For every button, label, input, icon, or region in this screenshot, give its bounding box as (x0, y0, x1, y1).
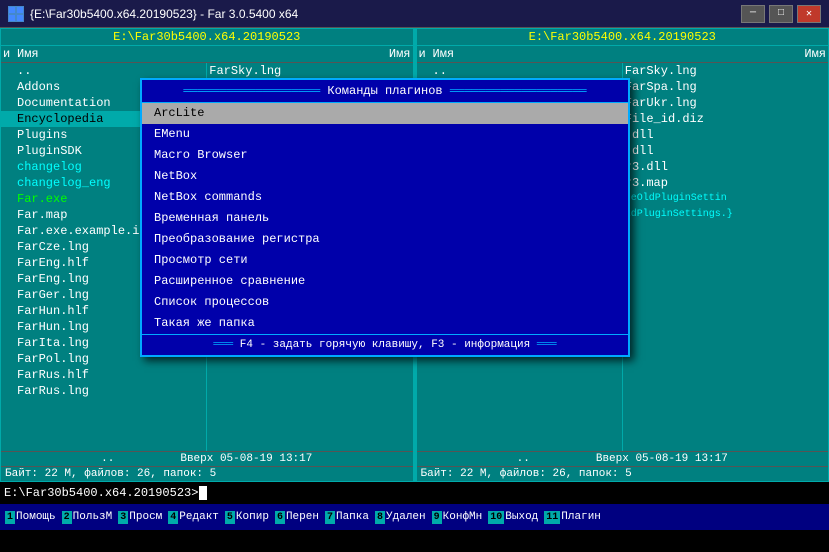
left-panel-status: .. Вверх 05-08-19 13:17 (101, 453, 312, 465)
left-col-name2: Имя (214, 47, 411, 61)
left-col-marker: и (3, 47, 17, 61)
list-item[interactable]: ldPluginSettings.} (623, 207, 828, 223)
title-bar: {E:\Far30b5400.x64.20190523} - Far 3.0.5… (0, 0, 829, 28)
right-col-name: Имя (433, 47, 630, 61)
list-item[interactable]: File_id.diz (623, 111, 828, 127)
fkey-1[interactable]: 1Помощь (2, 511, 59, 524)
dialog-item-netbox[interactable]: NetBox (142, 166, 628, 187)
fkey-6[interactable]: 6Перен (272, 511, 322, 524)
right-panel-status: .. Вверх 05-08-19 13:17 (517, 453, 728, 465)
list-item[interactable]: .. (417, 63, 622, 79)
dialog-item-temp-panel[interactable]: Временная панель (142, 208, 628, 229)
left-panel-cols: и Имя Имя (1, 46, 413, 63)
fkeys-bar: 1Помощь 2ПользМ 3Просм 4Редакт 5Копир 6П… (0, 504, 829, 530)
left-panel-summary: Байт: 22 М, файлов: 26, папок: 5 (1, 466, 413, 481)
dialog-item-net-view[interactable]: Просмотр сети (142, 250, 628, 271)
dialog-item-arclite[interactable]: ArcLite (142, 103, 628, 124)
list-item[interactable]: FarUkr.lng (623, 95, 828, 111)
dialog-item-same-folder[interactable]: Такая же папка (142, 313, 628, 334)
list-item[interactable]: r3.dll (623, 159, 828, 175)
cmd-line[interactable]: E:\Far30b5400.x64.20190523> (0, 482, 829, 504)
list-item[interactable]: FarSky.lng (623, 63, 828, 79)
list-item[interactable]: .dll (623, 127, 828, 143)
left-panel-header: E:\Far30b5400.x64.20190523 (1, 29, 413, 46)
list-item[interactable]: reOldPluginSettin (623, 191, 828, 207)
fkey-4[interactable]: 4Редакт (165, 511, 222, 524)
right-panel-summary: Байт: 22 М, файлов: 26, папок: 5 (417, 466, 829, 481)
dialog-item-reg-convert[interactable]: Преобразование регистра (142, 229, 628, 250)
list-item[interactable]: FarSky.lng (207, 63, 412, 79)
dialog-items-list: ArcLite EMenu Macro Browser NetBox NetBo… (142, 103, 628, 334)
dialog-item-process-list[interactable]: Список процессов (142, 292, 628, 313)
window-controls: ─ □ ✕ (741, 5, 821, 23)
list-item[interactable]: FarSpa.lng (623, 79, 828, 95)
list-item[interactable]: FarRus.lng (1, 383, 206, 399)
left-col-name: Имя (17, 47, 214, 61)
maximize-button[interactable]: □ (769, 5, 793, 23)
dialog-title-text: Команды плагинов (327, 84, 442, 98)
right-col-marker: и (419, 47, 433, 61)
cursor-block (199, 486, 207, 500)
dialog-item-ext-compare[interactable]: Расширенное сравнение (142, 271, 628, 292)
right-panel-header: E:\Far30b5400.x64.20190523 (417, 29, 829, 46)
fkey-8[interactable]: 8Удален (372, 511, 429, 524)
dialog-item-macro-browser[interactable]: Macro Browser (142, 145, 628, 166)
minimize-button[interactable]: ─ (741, 5, 765, 23)
main-area: E:\Far30b5400.x64.20190523 и Имя Имя .. … (0, 28, 829, 482)
dialog-title: Команды плагинов (142, 80, 628, 103)
right-files-col2: FarSky.lng FarSpa.lng FarUkr.lng File_id… (622, 63, 828, 451)
fkey-10[interactable]: 10Выход (485, 511, 541, 524)
fkey-7[interactable]: 7Папка (322, 511, 372, 524)
close-button[interactable]: ✕ (797, 5, 821, 23)
title-bar-left: {E:\Far30b5400.x64.20190523} - Far 3.0.5… (8, 6, 298, 22)
fkey-11[interactable]: 11Плагин (541, 511, 604, 524)
fkey-5[interactable]: 5Копир (222, 511, 272, 524)
dialog-footer: F4 - задать горячую клавишу, F3 - информ… (142, 334, 628, 355)
dialog-footer-text: F4 - задать горячую клавишу, F3 - информ… (240, 339, 530, 351)
right-panel-cols: и Имя Имя (417, 46, 829, 63)
right-col-name2: Имя (629, 47, 826, 61)
window-title: {E:\Far30b5400.x64.20190523} - Far 3.0.5… (30, 7, 298, 21)
app-icon (8, 6, 24, 22)
list-item[interactable]: .dll (623, 143, 828, 159)
dialog-item-netbox-commands[interactable]: NetBox commands (142, 187, 628, 208)
list-item[interactable]: FarRus.hlf (1, 367, 206, 383)
dialog-item-emenu[interactable]: EMenu (142, 124, 628, 145)
fkey-3[interactable]: 3Просм (115, 511, 165, 524)
left-panel-footer: .. Вверх 05-08-19 13:17 (1, 451, 413, 466)
plugin-commands-dialog: Команды плагинов ArcLite EMenu Macro Bro… (140, 78, 630, 357)
fkey-2[interactable]: 2ПользМ (59, 511, 116, 524)
cmd-prompt: E:\Far30b5400.x64.20190523> (4, 486, 198, 500)
fkey-9[interactable]: 9КонфМн (429, 511, 486, 524)
list-item[interactable]: .. (1, 63, 206, 79)
right-panel-footer: .. Вверх 05-08-19 13:17 (417, 451, 829, 466)
list-item[interactable]: r3.map (623, 175, 828, 191)
